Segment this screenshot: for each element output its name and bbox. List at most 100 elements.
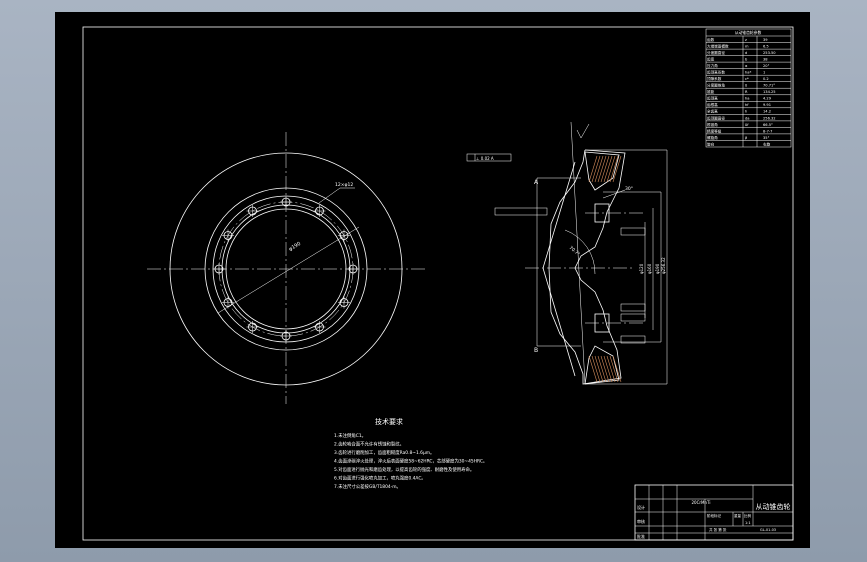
param-cell: 35° xyxy=(763,136,770,140)
param-cell: δf xyxy=(745,123,749,127)
title-block: 20CrMnTi 从动锥齿轮 设计 审核 批准 阶段标记 重量 比例 1:1 共… xyxy=(634,484,794,541)
angle-arc xyxy=(564,229,596,275)
drawing-viewport[interactable]: φ190 12×φ12 φ256.32 φ190 φ160 φ120 70.7°… xyxy=(55,12,810,548)
cad-drawing: φ190 12×φ12 φ256.32 φ190 φ160 φ120 70.7°… xyxy=(82,26,794,541)
param-cell: 14.2 xyxy=(763,110,771,114)
note-line: 5.对齿面进行抛光和磨齿处理，以提高齿轮的强度、耐磨性及使用寿命。 xyxy=(334,466,474,473)
param-cell: 旋向 xyxy=(707,141,715,146)
feature-frame-1 xyxy=(620,227,646,236)
param-cell: ha xyxy=(745,97,749,101)
param-cell: 齿顶高系数 xyxy=(707,70,725,75)
param-cell: 齿顶圆直径 xyxy=(707,115,725,120)
param-cell: ha* xyxy=(745,71,751,75)
param-cell: 38 xyxy=(763,58,768,62)
param-cell: 6.5 xyxy=(763,44,769,48)
param-cell: 锥距 xyxy=(707,89,715,94)
diameter-label-4: φ120 xyxy=(639,263,644,274)
param-rows: 齿数 z 39 大端端面模数 m 6.5 分度圆直径 d 253.50 齿宽 b 38 压力角 α 20° 齿… xyxy=(706,35,791,147)
note-lines: 1.未注倒角C1。 2.齿轮啮合面不允许有锈蚀和裂纹。3.齿轮进行磨削加工，齿面粗… xyxy=(334,432,487,490)
tb-row-design: 设计 xyxy=(637,504,645,510)
param-cell: 分度圆锥角 xyxy=(707,83,725,88)
param-table-title: 从动锥齿轮参数 xyxy=(735,30,762,35)
feature-frame-2 xyxy=(620,303,646,312)
tb-drawing-title: 从动锥齿轮 xyxy=(756,502,791,511)
param-cell: 螺旋角 xyxy=(707,135,718,140)
tb-scale-value: 1:1 xyxy=(745,521,751,525)
note-line: 7.未注尺寸公差按GB/T1804-m。 xyxy=(334,483,401,490)
param-cell: 压力角 xyxy=(707,63,718,68)
gear-section-profile xyxy=(548,149,626,385)
tb-material: 20CrMnTi xyxy=(692,500,711,505)
note-line: 3.齿轮进行磨削加工，齿面粗糙度Ra0.8~1.6μm。 xyxy=(334,449,434,456)
tb-stage-label: 阶段标记 xyxy=(707,513,721,518)
param-cell: 顶隙系数 xyxy=(707,76,722,81)
front-view: φ190 12×φ12 xyxy=(147,132,427,404)
section-label-a: A xyxy=(534,179,539,186)
tb-row-review: 审核 xyxy=(637,518,645,524)
notes-heading: 技术要求 xyxy=(375,417,403,426)
param-cell: b xyxy=(745,58,748,62)
bolt-circle-label: φ190 xyxy=(288,241,302,253)
param-cell: 39 xyxy=(763,38,768,42)
parameter-table: 从动锥齿轮参数 齿数 z 39 大端端面模数 m 6.5 分度圆直径 d 253.50 齿宽 b 38… xyxy=(705,28,792,148)
feature-frame-3 xyxy=(620,313,646,322)
chamfer-label: 30° xyxy=(625,186,633,192)
param-cell: 全齿高 xyxy=(707,109,718,114)
note-line: 2.齿轮啮合面不允许有锈蚀和裂纹。 xyxy=(334,441,404,448)
note-line: 4.齿面渗碳淬火处理，淬火后表面硬度58~62HRC，芯部硬度为30~45HRC… xyxy=(334,458,487,465)
tb-row-approve: 批准 xyxy=(637,533,645,539)
param-cell: z xyxy=(745,38,747,42)
param-cell: α xyxy=(745,64,748,68)
param-cell: δ xyxy=(745,84,747,88)
param-cell: 齿顶高 xyxy=(707,96,718,101)
param-cell: R xyxy=(745,90,748,94)
tb-weight-label: 重量 xyxy=(734,513,742,518)
param-cell: 66.5° xyxy=(763,123,773,127)
tooth-section-upper xyxy=(584,151,620,191)
param-cell: da xyxy=(745,116,749,120)
param-cell: 右旋 xyxy=(763,141,771,146)
param-cell: hf xyxy=(745,103,749,107)
param-cell: β xyxy=(745,136,748,140)
param-cell: 分度圆直径 xyxy=(707,50,725,55)
cone-line-lower xyxy=(542,267,576,377)
param-cell: c* xyxy=(745,77,749,81)
param-cell: 20° xyxy=(763,64,770,68)
diameter-label-1: φ256.32 xyxy=(661,257,666,274)
param-cell: 大端端面模数 xyxy=(707,43,729,48)
param-cell: m xyxy=(745,44,749,48)
param-cell: 齿根高 xyxy=(707,102,718,107)
param-cell: 根锥角 xyxy=(707,122,718,127)
note-line: 6.对齿面进行强化喷丸加工，喷丸强度0.4AC。 xyxy=(334,475,426,482)
tb-sheet-info: 共 张 第 张 xyxy=(709,527,727,532)
technical-requirements: 技术要求 1.未注倒角C1。 2.齿轮啮合面不允许有锈蚀和裂纹。3.齿轮进行磨削加… xyxy=(334,417,487,490)
bolt-circle-leader xyxy=(217,226,360,314)
param-cell: 4.29 xyxy=(763,97,772,101)
note-line: 1.未注倒角C1。 xyxy=(334,432,366,439)
param-cell: 253.50 xyxy=(763,51,776,55)
angle-label: 70.7° xyxy=(568,245,581,257)
tb-scale-label: 比例 xyxy=(744,513,752,518)
diameter-label-2: φ190 xyxy=(655,263,660,274)
feature-frame-left xyxy=(494,207,548,216)
section-view: φ256.32 φ190 φ160 φ120 70.7° 30° A B ⊥ 0… xyxy=(466,121,668,385)
param-cell: 256.32 xyxy=(763,116,776,120)
param-cell: 9.91 xyxy=(763,103,771,107)
param-cell: 齿数 xyxy=(707,37,715,42)
param-cell: 1 xyxy=(763,71,765,75)
bolt-holes-label: 12×φ12 xyxy=(335,182,353,188)
param-cell: 134.25 xyxy=(763,90,776,94)
diameter-label-3: φ160 xyxy=(647,263,652,274)
param-cell: h xyxy=(745,110,747,114)
section-label-b: B xyxy=(534,347,538,354)
param-cell: 8-7-7 xyxy=(763,129,772,133)
datum-frame-text: ⊥ 0.02 A xyxy=(476,156,494,161)
roughness-symbol xyxy=(576,123,590,139)
chamfer-leader xyxy=(602,189,626,199)
param-cell: 0.2 xyxy=(763,77,769,81)
tb-drawing-number: GL-01-03 xyxy=(760,528,776,532)
param-cell: 70.71° xyxy=(763,84,775,88)
param-cell: d xyxy=(745,51,747,55)
param-cell: 齿宽 xyxy=(707,57,715,62)
param-cell: 精度等级 xyxy=(707,128,722,133)
